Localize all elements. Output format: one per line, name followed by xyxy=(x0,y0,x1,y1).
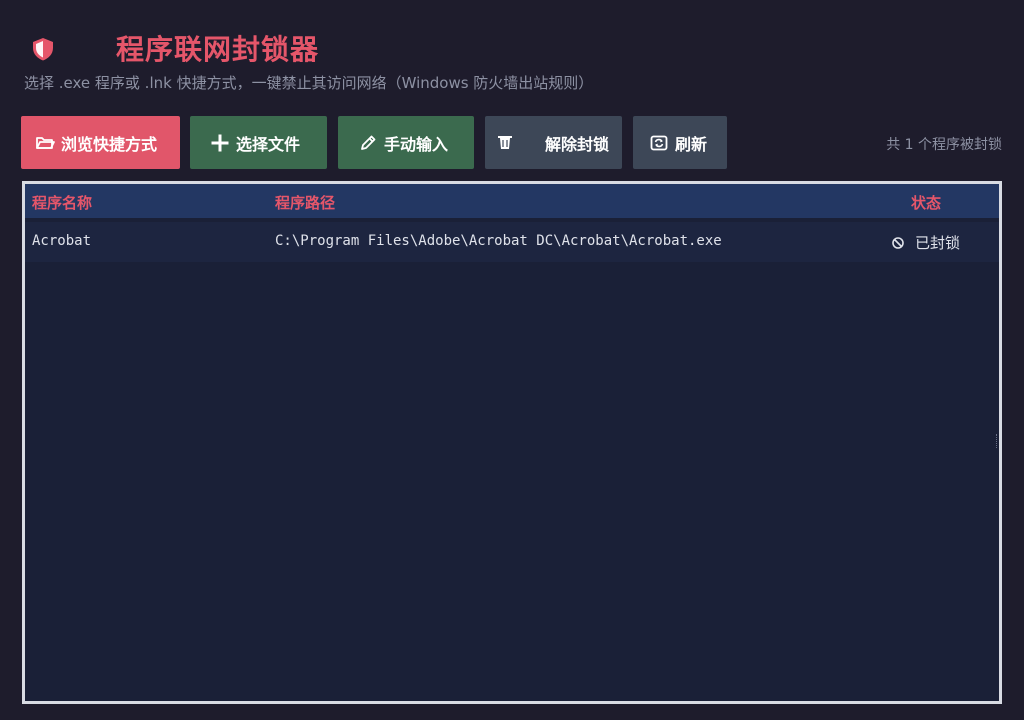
select-file-label: 选择文件 xyxy=(236,134,301,154)
table-header: 程序名称 程序路径 状态 xyxy=(25,184,999,218)
app-window: 程序联网封锁器 选择 .exe 程序或 .lnk 快捷方式，一键禁止其访问网络（… xyxy=(0,0,1024,720)
browse-shortcut-button[interactable]: 浏览快捷方式 xyxy=(21,116,180,169)
column-header-path[interactable]: 程序路径 xyxy=(275,192,335,213)
unblock-label: 解除封锁 xyxy=(545,134,610,154)
column-header-status[interactable]: 状态 xyxy=(911,192,941,213)
plus-icon xyxy=(210,133,230,153)
row-program-path: C:\Program Files\Adobe\Acrobat DC\Acroba… xyxy=(275,233,722,249)
header: 程序联网封锁器 选择 .exe 程序或 .lnk 快捷方式，一键禁止其访问网络（… xyxy=(24,22,1004,92)
manual-input-button[interactable]: 手动输入 xyxy=(338,116,474,169)
refresh-button[interactable]: 刷新 xyxy=(633,116,727,169)
page-subtitle: 选择 .exe 程序或 .lnk 快捷方式，一键禁止其访问网络（Windows … xyxy=(24,74,594,92)
folder-icon xyxy=(35,133,55,153)
row-status: 已封锁 xyxy=(891,232,960,253)
blocked-count: 共 1 个程序被封锁 xyxy=(886,137,1002,153)
refresh-icon xyxy=(649,133,669,153)
manual-input-label: 手动输入 xyxy=(384,134,449,154)
table-row[interactable]: Acrobat C:\Program Files\Adobe\Acrobat D… xyxy=(25,222,999,262)
blocked-icon xyxy=(891,236,905,250)
row-program-name: Acrobat xyxy=(32,233,92,249)
toolbar: 浏览快捷方式 选择文件 手动输入 解除封锁 刷新 共 1 个程序被封锁 xyxy=(21,116,1004,169)
refresh-label: 刷新 xyxy=(675,134,708,154)
trash-icon xyxy=(495,133,515,153)
pencil-icon xyxy=(358,133,378,153)
shield-icon xyxy=(30,36,56,62)
table-resize-grip[interactable] xyxy=(996,434,999,448)
column-header-name[interactable]: 程序名称 xyxy=(32,192,92,213)
page-title: 程序联网封锁器 xyxy=(116,33,320,66)
unblock-button[interactable]: 解除封锁 xyxy=(485,116,622,169)
row-status-label: 已封锁 xyxy=(915,234,961,252)
blocked-programs-table[interactable]: 程序名称 程序路径 状态 Acrobat C:\Program Files\Ad… xyxy=(22,181,1002,704)
select-file-button[interactable]: 选择文件 xyxy=(190,116,327,169)
browse-shortcut-label: 浏览快捷方式 xyxy=(61,134,158,154)
